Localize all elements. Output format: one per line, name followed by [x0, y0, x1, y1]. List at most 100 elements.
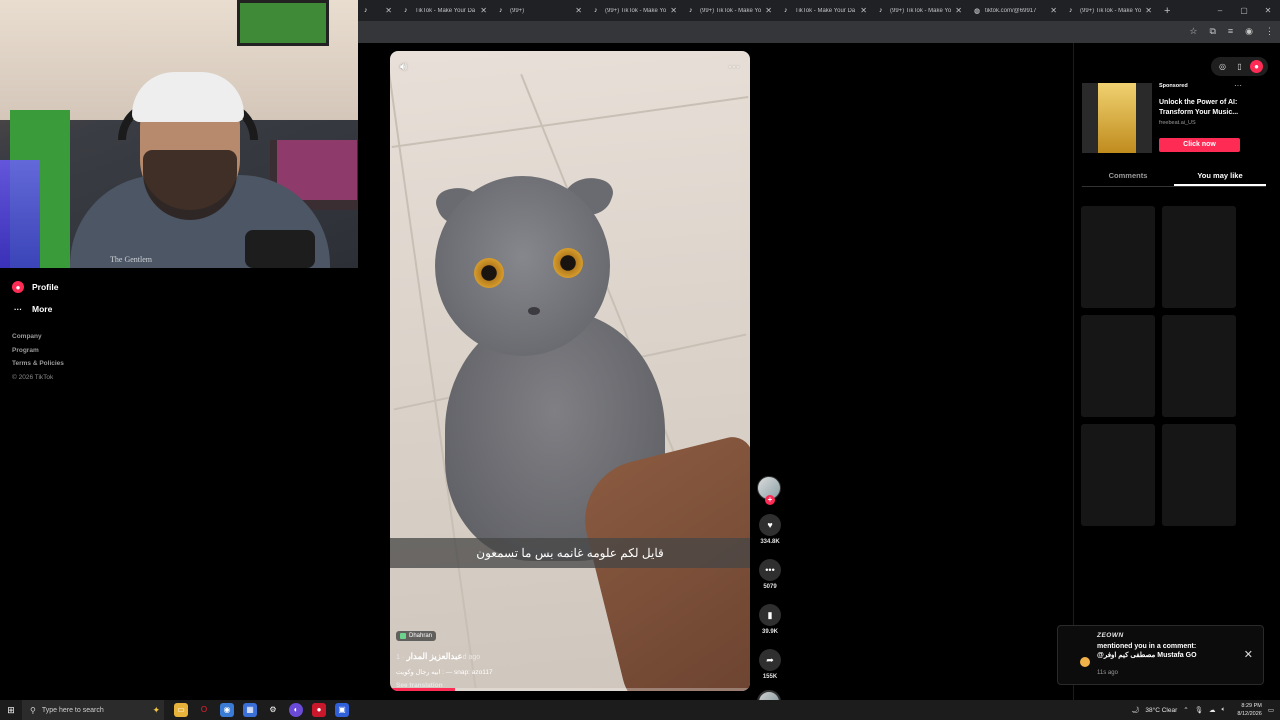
- file-explorer-icon[interactable]: ▭: [174, 703, 188, 717]
- notification-avatar: [1080, 657, 1090, 667]
- profile-avatar-icon[interactable]: ●: [1250, 60, 1263, 73]
- right-panel-tabs: Comments You may like: [1082, 169, 1266, 187]
- bookmark-icon[interactable]: ▮: [759, 604, 781, 626]
- recommendation-tile[interactable]: [1162, 315, 1236, 417]
- recommendation-tile[interactable]: [1081, 315, 1155, 417]
- browser-tab[interactable]: ♪ (99+) TikTok - Make Yo ✕: [683, 0, 778, 21]
- close-tab-icon[interactable]: ✕: [575, 6, 582, 15]
- location-badge[interactable]: Dhahran: [396, 631, 437, 641]
- volume-icon[interactable]: 🔈︎: [1221, 706, 1225, 714]
- ad-domain: freebeat.ai_US: [1159, 120, 1196, 126]
- tab-you-may-like[interactable]: You may like: [1174, 169, 1266, 186]
- nav-item-profile[interactable]: ● Profile: [0, 276, 358, 298]
- close-icon[interactable]: ✕: [1244, 648, 1253, 661]
- close-tab-icon[interactable]: ✕: [1050, 6, 1057, 15]
- webcam-overlay: The Gentlem: [0, 0, 358, 268]
- ad-thumbnail-image: [1098, 83, 1136, 153]
- video-progress-bar[interactable]: [390, 688, 750, 691]
- tiktok-icon: ♪: [499, 7, 503, 14]
- cat-eye: [553, 248, 583, 278]
- cat-head: [435, 176, 610, 356]
- bookmark-star-icon[interactable]: ☆: [1189, 26, 1197, 37]
- recommendation-tile[interactable]: [1162, 424, 1236, 526]
- tab-comments[interactable]: Comments: [1082, 169, 1174, 186]
- ad-sponsored-label: Sponsored: [1159, 83, 1188, 89]
- calculator-icon[interactable]: ▦: [243, 703, 257, 717]
- microphone-icon[interactable]: 🎙︎: [1195, 706, 1203, 714]
- browser-tab[interactable]: ♪ (99+) TikTok - Make Yo ✕: [1063, 0, 1158, 21]
- author-line: عبدالعزيز المدار · 1d ago: [396, 651, 696, 662]
- close-tab-icon[interactable]: ✕: [860, 6, 867, 15]
- taskbar-search[interactable]: ⚲ Type here to search ✦: [22, 700, 164, 720]
- window-controls: – ▢ ✕: [1208, 0, 1280, 21]
- browser-tab[interactable]: ♪ TikTok - Make Your Da ✕: [398, 0, 493, 21]
- opera-icon[interactable]: O: [197, 703, 211, 717]
- heart-icon[interactable]: ♥: [759, 514, 781, 536]
- phone-icon[interactable]: ▯: [1233, 60, 1246, 73]
- discord-icon[interactable]: ◐: [289, 703, 303, 717]
- tiktok-icon: ♪: [404, 7, 408, 14]
- windows-start-icon[interactable]: ⊞: [0, 705, 22, 716]
- tiktok-icon: ♪: [784, 7, 788, 14]
- follow-plus-icon[interactable]: +: [765, 495, 775, 505]
- menu-kebab-icon[interactable]: ⋮: [1265, 26, 1274, 37]
- nav-item-more[interactable]: ··· More: [0, 298, 358, 320]
- toolbar-icons: ☆ ⧉ ≡ ◉ ⋮: [1189, 26, 1274, 37]
- minimize-button[interactable]: –: [1208, 0, 1232, 21]
- close-tab-icon[interactable]: ✕: [1145, 6, 1152, 15]
- ad-title[interactable]: Unlock the Power of AI: Transform Your M…: [1159, 98, 1249, 118]
- weather-icon[interactable]: 🌙︎: [1131, 706, 1139, 714]
- browser-tab[interactable]: ♪ (99+) TikTok - Make Yo ✕: [873, 0, 968, 21]
- browser-tab[interactable]: ◍ tiktok.com/@69917 ✕: [968, 0, 1063, 21]
- close-tab-icon[interactable]: ✕: [385, 6, 392, 15]
- close-tab-icon[interactable]: ✕: [955, 6, 962, 15]
- browser-tab[interactable]: ♪ (99+) TikTok - Make Yo ✕: [588, 0, 683, 21]
- comment-icon[interactable]: •••: [759, 559, 781, 581]
- left-nav: ● Profile ··· More Company Program Terms…: [0, 258, 358, 384]
- compass-icon[interactable]: ◎: [1216, 60, 1229, 73]
- taskbar-apps: ▭ O ◉ ▦ ⚙ ◐ ● ▣: [174, 703, 349, 717]
- notifications-icon[interactable]: ▭: [1268, 706, 1274, 714]
- footer-link-terms[interactable]: Terms & Policies: [12, 357, 358, 371]
- close-window-button[interactable]: ✕: [1256, 0, 1280, 21]
- save-action: ▮ 39.9K: [757, 604, 783, 635]
- chrome-icon[interactable]: ◉: [220, 703, 234, 717]
- ad-more-icon[interactable]: ···: [1234, 81, 1242, 90]
- new-tab-button[interactable]: +: [1164, 5, 1170, 17]
- maximize-button[interactable]: ▢: [1232, 0, 1256, 21]
- app-icon[interactable]: ▣: [335, 703, 349, 717]
- browser-tab[interactable]: ♪ TikTok - Make Your Da ✕: [778, 0, 873, 21]
- volume-icon[interactable]: 🔊︎: [400, 61, 407, 74]
- settings-icon[interactable]: ⚙: [266, 703, 280, 717]
- creator-avatar[interactable]: +: [757, 476, 781, 505]
- ad-click-now-button[interactable]: Click now: [1159, 138, 1240, 152]
- notification-time: 11s ago: [1097, 670, 1118, 676]
- browser-tab-title: TikTok - Make Your Da: [795, 7, 856, 14]
- copilot-icon[interactable]: ✦: [152, 705, 160, 716]
- recommendation-tile[interactable]: [1162, 206, 1236, 308]
- sponsored-ad[interactable]: Sponsored ··· Unlock the Power of AI: Tr…: [1082, 81, 1272, 155]
- more-options-icon[interactable]: ···: [728, 59, 740, 73]
- extensions-icon[interactable]: ⧉: [1209, 26, 1215, 37]
- browser-tab[interactable]: ♪ (99+) ✕: [493, 0, 588, 21]
- tray-chevron-icon[interactable]: ⌃: [1183, 706, 1188, 714]
- author-name[interactable]: عبدالعزيز المدار: [407, 651, 463, 661]
- share-icon[interactable]: ➦: [759, 649, 781, 671]
- weather-text[interactable]: 38°C Clear: [1145, 707, 1177, 714]
- recorder-icon[interactable]: ●: [312, 703, 326, 717]
- mention-notification[interactable]: ZEOWN mentioned you in a comment: @مصطفى…: [1057, 625, 1264, 685]
- close-tab-icon[interactable]: ✕: [765, 6, 772, 15]
- ad-thumbnail[interactable]: [1082, 83, 1152, 153]
- media-icon[interactable]: ≡: [1228, 26, 1233, 37]
- network-icon[interactable]: ☁: [1209, 706, 1216, 714]
- browser-tab[interactable]: ♪ ✕: [358, 0, 398, 21]
- account-icon[interactable]: ◉: [1245, 26, 1253, 37]
- taskbar-clock[interactable]: 8:29 PM 8/12/2026: [1237, 702, 1261, 718]
- recommendation-tile[interactable]: [1081, 206, 1155, 308]
- footer-link-company[interactable]: Company: [12, 330, 358, 344]
- footer-link-program[interactable]: Program: [12, 344, 358, 358]
- close-tab-icon[interactable]: ✕: [670, 6, 677, 15]
- recommendation-tile[interactable]: [1081, 424, 1155, 526]
- video-player[interactable]: 🔊︎ ··· قايل لكم علومه غانمه بس ما تسمعون…: [390, 51, 750, 691]
- close-tab-icon[interactable]: ✕: [480, 6, 487, 15]
